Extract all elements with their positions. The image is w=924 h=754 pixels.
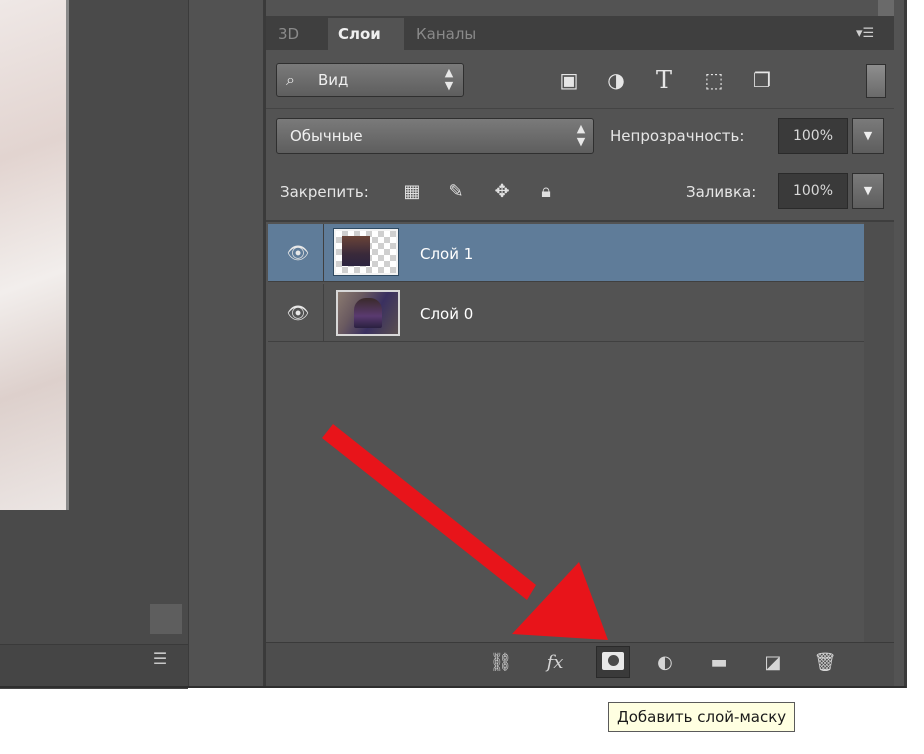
group-folder-icon[interactable]: ▬ (704, 648, 734, 678)
pixel-layer-filter-icon[interactable]: ▣ (555, 66, 583, 94)
opacity-label: Непрозрачность: (610, 127, 745, 145)
type-layer-filter-icon[interactable]: T (650, 66, 678, 94)
lock-transparent-pixels-icon[interactable]: ▦ (398, 178, 426, 206)
canvas-edge (66, 0, 69, 510)
document-scrollbar-corner[interactable] (150, 604, 182, 634)
layer-name[interactable]: Слой 1 (420, 243, 473, 265)
select-arrows-icon: ▲ ▼ (576, 122, 586, 148)
shape-layer-filter-icon[interactable]: ⬚ (700, 66, 728, 94)
fill-slider-button[interactable]: ▼ (852, 173, 884, 209)
layer-style-fx-icon[interactable]: fx (540, 648, 570, 678)
filter-toggle-switch[interactable] (866, 64, 886, 98)
lock-all-padlock-icon[interactable]: 🔒︎ (532, 178, 560, 206)
trash-icon[interactable]: 🗑︎ (810, 648, 840, 678)
layers-panel (264, 0, 904, 688)
document-canvas-image[interactable] (0, 0, 66, 510)
opacity-input[interactable]: 100% (778, 118, 848, 154)
lock-label: Закрепить: (280, 183, 369, 201)
layers-bottom-toolbar (266, 642, 894, 686)
thumbnail-photo-content (354, 298, 382, 328)
tab-3d[interactable]: 3D (268, 18, 326, 50)
panel-divider (188, 0, 264, 688)
scrollbar-top (878, 0, 894, 16)
opacity-slider-button[interactable]: ▼ (852, 118, 884, 154)
smart-object-filter-icon[interactable]: ❐ (748, 66, 776, 94)
adjustment-layer-filter-icon[interactable]: ◑ (602, 66, 630, 94)
adjustment-layer-icon[interactable]: ◐ (650, 648, 680, 678)
layer-name[interactable]: Слой 0 (420, 303, 473, 325)
layer-kind-label: Вид (318, 71, 349, 89)
tab-channels[interactable]: Каналы (406, 18, 502, 50)
fill-input[interactable]: 100% (778, 173, 848, 209)
screen-edge (904, 0, 924, 688)
search-icon: ⌕ (286, 70, 295, 89)
divider-line (266, 108, 894, 109)
fill-label: Заливка: (686, 183, 757, 201)
lock-image-pixels-brush-icon[interactable]: ✎ (442, 178, 470, 206)
select-arrows-icon: ▲ ▼ (444, 66, 454, 92)
tooltip: Добавить слой-маску (608, 702, 796, 732)
new-layer-icon[interactable]: ◪ (758, 648, 788, 678)
mask-circle-shape (608, 655, 619, 666)
lock-position-move-icon[interactable]: ✥ (488, 178, 516, 206)
thumbnail-photo-content (342, 236, 370, 266)
tab-layers[interactable]: Слои (328, 18, 404, 50)
panel-options-menu-icon[interactable]: ▾☰ (856, 26, 880, 42)
blend-mode-value: Обычные (290, 127, 363, 145)
divider-line (266, 220, 894, 222)
panel-right-border (904, 0, 907, 688)
eye-visibility-icon[interactable]: 👁︎ (284, 304, 312, 324)
eye-visibility-icon[interactable]: 👁︎ (284, 244, 312, 264)
layers-list-scrollbar[interactable] (864, 222, 894, 642)
panel-menu-icon[interactable]: ☰ (146, 650, 174, 668)
app-bottom-border (0, 686, 906, 688)
link-layers-icon[interactable]: ⛓ (486, 648, 516, 678)
